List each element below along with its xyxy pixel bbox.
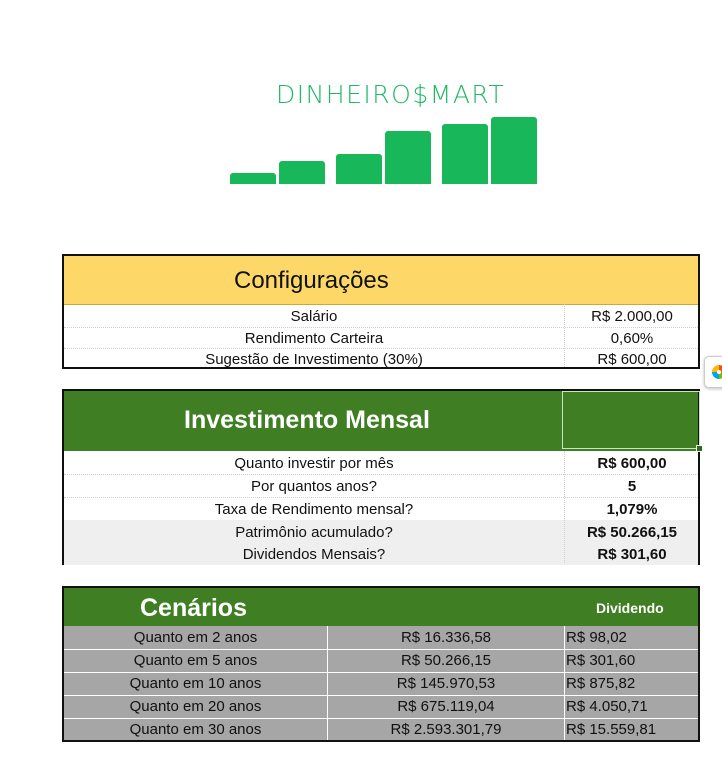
cenarios-body: Quanto em 2 anos R$ 16.336,58 R$ 98,02 Q… — [64, 626, 698, 740]
selected-cell[interactable] — [562, 391, 700, 449]
investimento-row-anos[interactable]: Por quantos anos? 5 — [64, 475, 698, 497]
copilot-icon[interactable] — [704, 356, 722, 388]
cenarios-table: Cenários Dividendo Quanto em 2 anos R$ 1… — [62, 586, 700, 742]
config-table: Configurações Salário R$ 2.000,00 Rendim… — [62, 254, 700, 369]
config-title: Configurações — [234, 267, 389, 294]
dividendo-header: Dividendo — [596, 600, 664, 616]
config-row-salario[interactable]: Salário R$ 2.000,00 — [64, 305, 698, 327]
config-row-rendimento[interactable]: Rendimento Carteira 0,60% — [64, 327, 698, 349]
investimento-title: Investimento Mensal — [184, 406, 430, 434]
config-row-sugestao[interactable]: Sugestão de Investimento (30%) R$ 600,00 — [64, 348, 698, 370]
cenarios-title: Cenários — [140, 594, 247, 622]
logo-text: DINHEIRO$MART — [276, 80, 506, 109]
investimento-table: Investimento Mensal Quanto investir por … — [62, 389, 703, 565]
investimento-row-dividendos[interactable]: Dividendos Mensais? R$ 301,60 — [64, 543, 698, 565]
cenarios-header: Cenários Dividendo — [64, 588, 698, 626]
investimento-header: Investimento Mensal — [64, 391, 703, 452]
investimento-row-taxa[interactable]: Taxa de Rendimento mensal? 1,079% — [64, 498, 698, 520]
investimento-row-patrimonio[interactable]: Patrimônio acumulado? R$ 50.266,15 — [64, 521, 698, 543]
investimento-row-quanto[interactable]: Quanto investir por mês R$ 600,00 — [64, 452, 698, 474]
config-header: Configurações — [64, 256, 698, 305]
